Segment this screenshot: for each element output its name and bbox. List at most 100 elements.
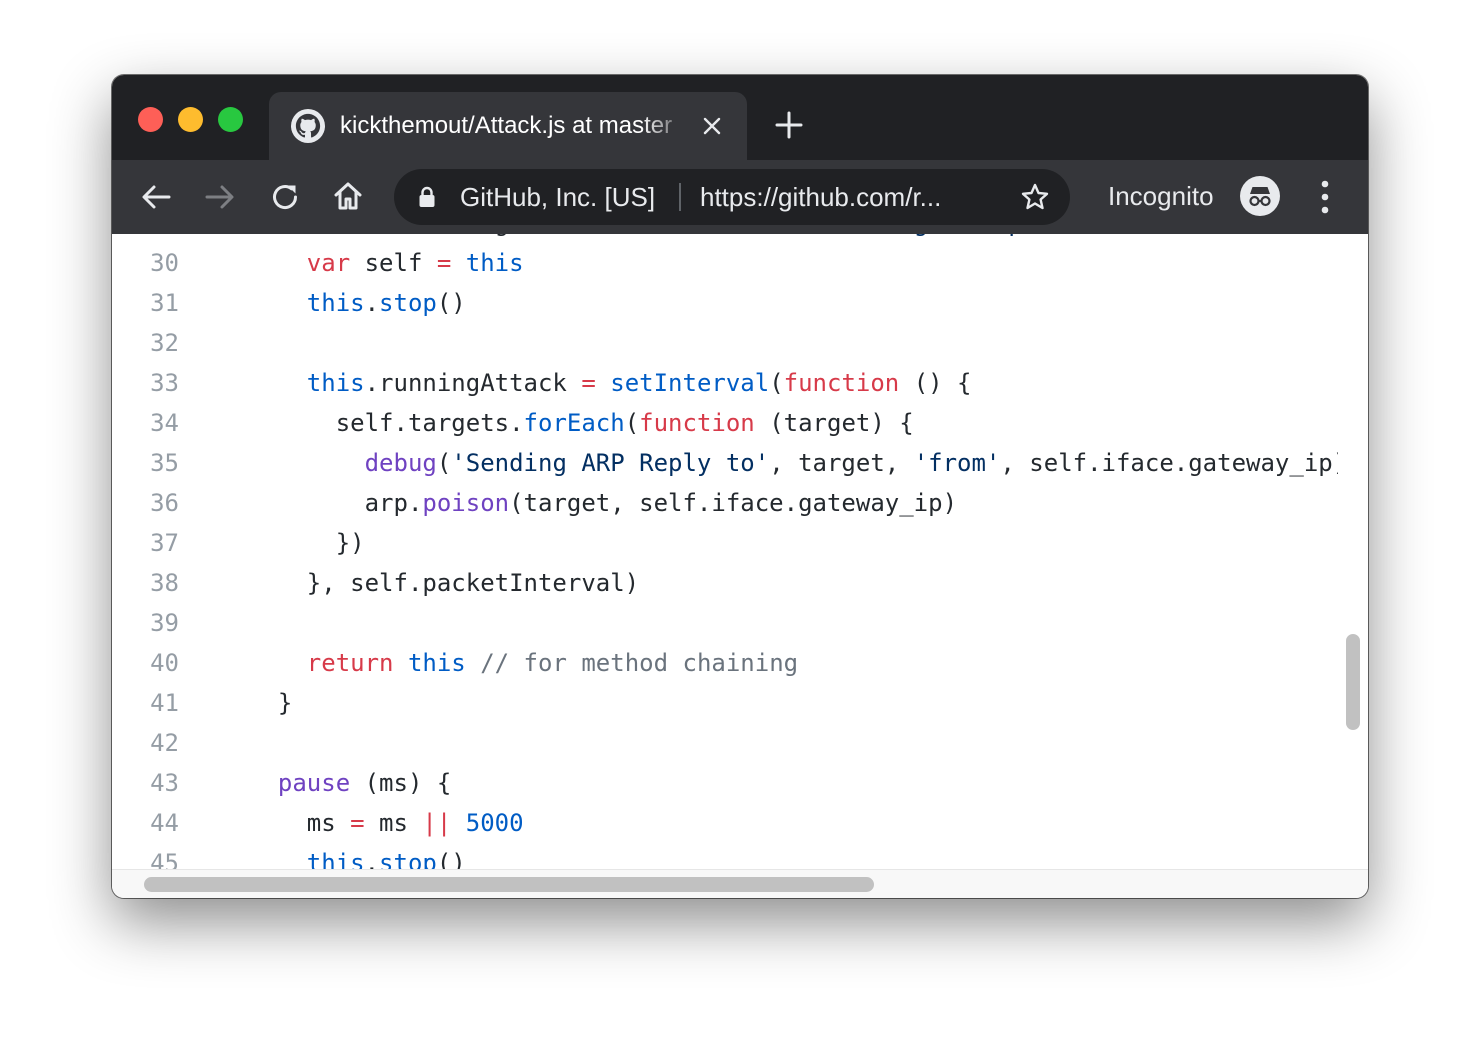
home-icon[interactable] (332, 180, 364, 212)
line-number[interactable]: 45 (112, 843, 179, 869)
line-number[interactable]: 42 (112, 723, 179, 763)
code-token: self (350, 249, 437, 277)
horizontal-scrollbar-thumb[interactable] (144, 877, 874, 892)
url-text[interactable]: https://github.com/r... (700, 182, 1000, 213)
star-icon[interactable] (1020, 182, 1050, 212)
address-bar[interactable]: GitHub, Inc. [US] https://github.com/r..… (394, 169, 1070, 225)
code-text: this.stop() (249, 843, 466, 869)
line-number[interactable]: 32 (112, 323, 179, 363)
line-number[interactable]: 30 (112, 243, 179, 283)
line-number[interactable]: 31 (112, 283, 179, 323)
code-token: self.targets. (249, 409, 524, 437)
forward-arrow-icon[interactable] (204, 182, 236, 212)
line-number[interactable]: 34 (112, 403, 179, 443)
code-text: this.runningAttack = setInterval(functio… (249, 363, 972, 403)
code-token: .runningAttack (364, 369, 582, 397)
code-text: self.targets.forEach(function (target) { (249, 403, 914, 443)
horizontal-scrollbar[interactable] (112, 869, 1368, 898)
tab-strip: kickthemout/Attack.js at master (112, 75, 1368, 160)
more-menu-icon[interactable] (1315, 179, 1335, 215)
line-number[interactable]: 36 (112, 483, 179, 523)
code-token: (target, self.iface.gateway_ip) (509, 489, 958, 517)
code-token: = (350, 809, 365, 837)
code-token: // for method chaining (480, 649, 799, 677)
close-icon[interactable] (701, 115, 723, 137)
code-text: this.stop() (249, 283, 466, 323)
code-text: return this // for method chaining (249, 643, 798, 683)
code-token: ( (624, 409, 640, 437)
code-text: }, self.packetInterval) (249, 563, 639, 603)
code-token: debug (364, 449, 437, 477)
code-token: stop (379, 289, 437, 317)
new-tab-plus-icon[interactable] (774, 110, 804, 140)
line-number[interactable]: 44 (112, 803, 179, 843)
code-token: }) (249, 529, 365, 557)
code-token: this (379, 234, 437, 237)
site-identity[interactable]: GitHub, Inc. [US] (460, 182, 666, 213)
code-token: . (364, 849, 380, 869)
code-token: }, self.packetInterval) (249, 569, 640, 597)
code-token: Error (726, 234, 798, 237)
vertical-scrollbar[interactable] (1338, 234, 1368, 869)
line-number[interactable]: 38 (112, 563, 179, 603)
code-token: ( (336, 234, 364, 237)
code-token: poison (422, 489, 510, 517)
line-number[interactable]: 35 (112, 443, 179, 483)
lock-icon[interactable] (418, 186, 436, 208)
line-number[interactable]: 40 (112, 643, 179, 683)
vertical-scrollbar-thumb[interactable] (1346, 634, 1360, 730)
code-token: ) (1116, 234, 1130, 237)
line-number[interactable]: 39 (112, 603, 179, 643)
back-arrow-icon[interactable] (140, 182, 172, 212)
code-token: () (436, 289, 466, 317)
code-token: this (306, 369, 365, 397)
tab-title: kickthemout/Attack.js at master (340, 112, 673, 139)
code-token: throw (581, 234, 653, 237)
incognito-label[interactable]: Incognito (1108, 181, 1214, 212)
code-viewer[interactable]: 29 if (!this.targets) throw new Error('N… (112, 234, 1339, 869)
line-number[interactable]: 29 (112, 234, 179, 243)
code-token: arp. (249, 489, 423, 517)
code-token: = (436, 249, 452, 277)
code-token: || (422, 809, 452, 837)
line-number[interactable]: 41 (112, 683, 179, 723)
incognito-icon[interactable] (1240, 176, 1280, 216)
line-number[interactable]: 33 (112, 363, 179, 403)
code-token: 'No target acquired.' (813, 234, 1116, 237)
code-token: 'Sending ARP Reply to' (451, 449, 770, 477)
reload-icon[interactable] (269, 181, 301, 213)
code-token: function (639, 409, 755, 437)
omnibox-divider (679, 183, 681, 211)
code-text: pause (ms) { (249, 763, 451, 803)
code-token: pause (277, 769, 351, 797)
code-token: . (364, 289, 380, 317)
code-text: if (!this.targets) throw new Error('No t… (249, 234, 1131, 243)
line-number[interactable]: 37 (112, 523, 179, 563)
code-token: function (783, 369, 900, 397)
window-close-button[interactable] (138, 107, 163, 132)
code-token: } (249, 689, 293, 717)
window-minimize-button[interactable] (178, 107, 203, 132)
code-token: ! (365, 234, 379, 237)
code-token: forEach (523, 409, 625, 437)
line-number[interactable]: 43 (112, 763, 179, 803)
window-maximize-button[interactable] (218, 107, 243, 132)
browser-window: kickthemout/Attack.js at master GitHub, … (112, 75, 1368, 898)
browser-tab[interactable]: kickthemout/Attack.js at master (269, 92, 747, 160)
code-token: ms (364, 809, 423, 837)
code-token: return (306, 649, 394, 677)
code-text: arp.poison(target, self.iface.gateway_ip… (249, 483, 957, 523)
